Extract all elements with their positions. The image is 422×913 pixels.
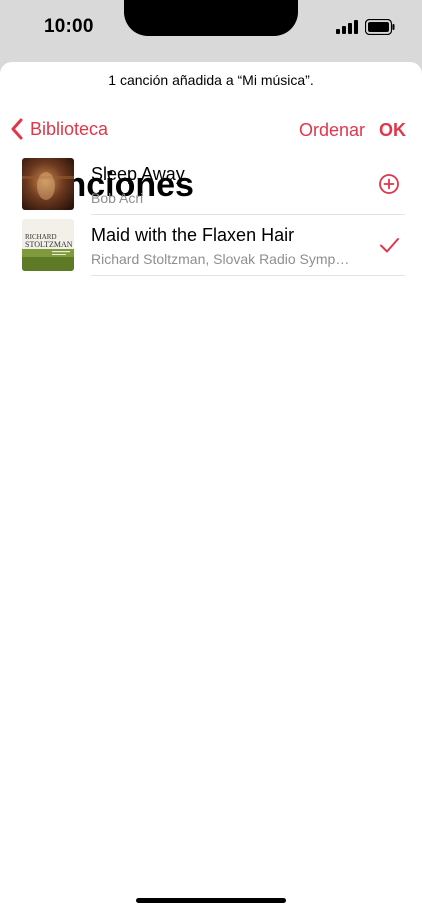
song-list: Sleep Away Bob Acri RICHARD STOLTZMAN Ma… [0, 154, 422, 276]
album-artwork [22, 158, 74, 210]
checkmark-icon[interactable] [378, 234, 400, 256]
album-artwork: RICHARD STOLTZMAN [22, 219, 74, 271]
artwork-text-line2: STOLTZMAN [25, 240, 73, 249]
done-button[interactable]: OK [379, 120, 406, 141]
song-title: Sleep Away [91, 164, 185, 184]
back-button[interactable]: Biblioteca [10, 118, 108, 140]
list-item[interactable]: Sleep Away Bob Acri [0, 154, 422, 215]
added-toast: 1 canción añadida a “Mi música”. [108, 72, 314, 88]
song-artist: Richard Stoltzman, Slovak Radio Symp… [91, 251, 350, 267]
notch [124, 0, 298, 36]
row-divider [91, 275, 405, 276]
status-time: 10:00 [44, 16, 94, 37]
list-item[interactable]: RICHARD STOLTZMAN Maid with the Flaxen H… [0, 215, 422, 276]
back-label: Biblioteca [30, 118, 109, 139]
home-indicator[interactable] [136, 898, 286, 903]
sort-button[interactable]: Ordenar [299, 120, 365, 141]
status-bar: 10:00 [0, 0, 422, 60]
song-artist: Bob Acri [91, 190, 144, 206]
signal-icon [336, 20, 358, 34]
song-title: Maid with the Flaxen Hair [91, 225, 295, 245]
chevron-left-icon [11, 118, 23, 140]
navigation-bar: Biblioteca Ordenar OK [0, 114, 422, 144]
battery-icon [365, 19, 395, 35]
add-circle-icon[interactable] [378, 173, 400, 195]
